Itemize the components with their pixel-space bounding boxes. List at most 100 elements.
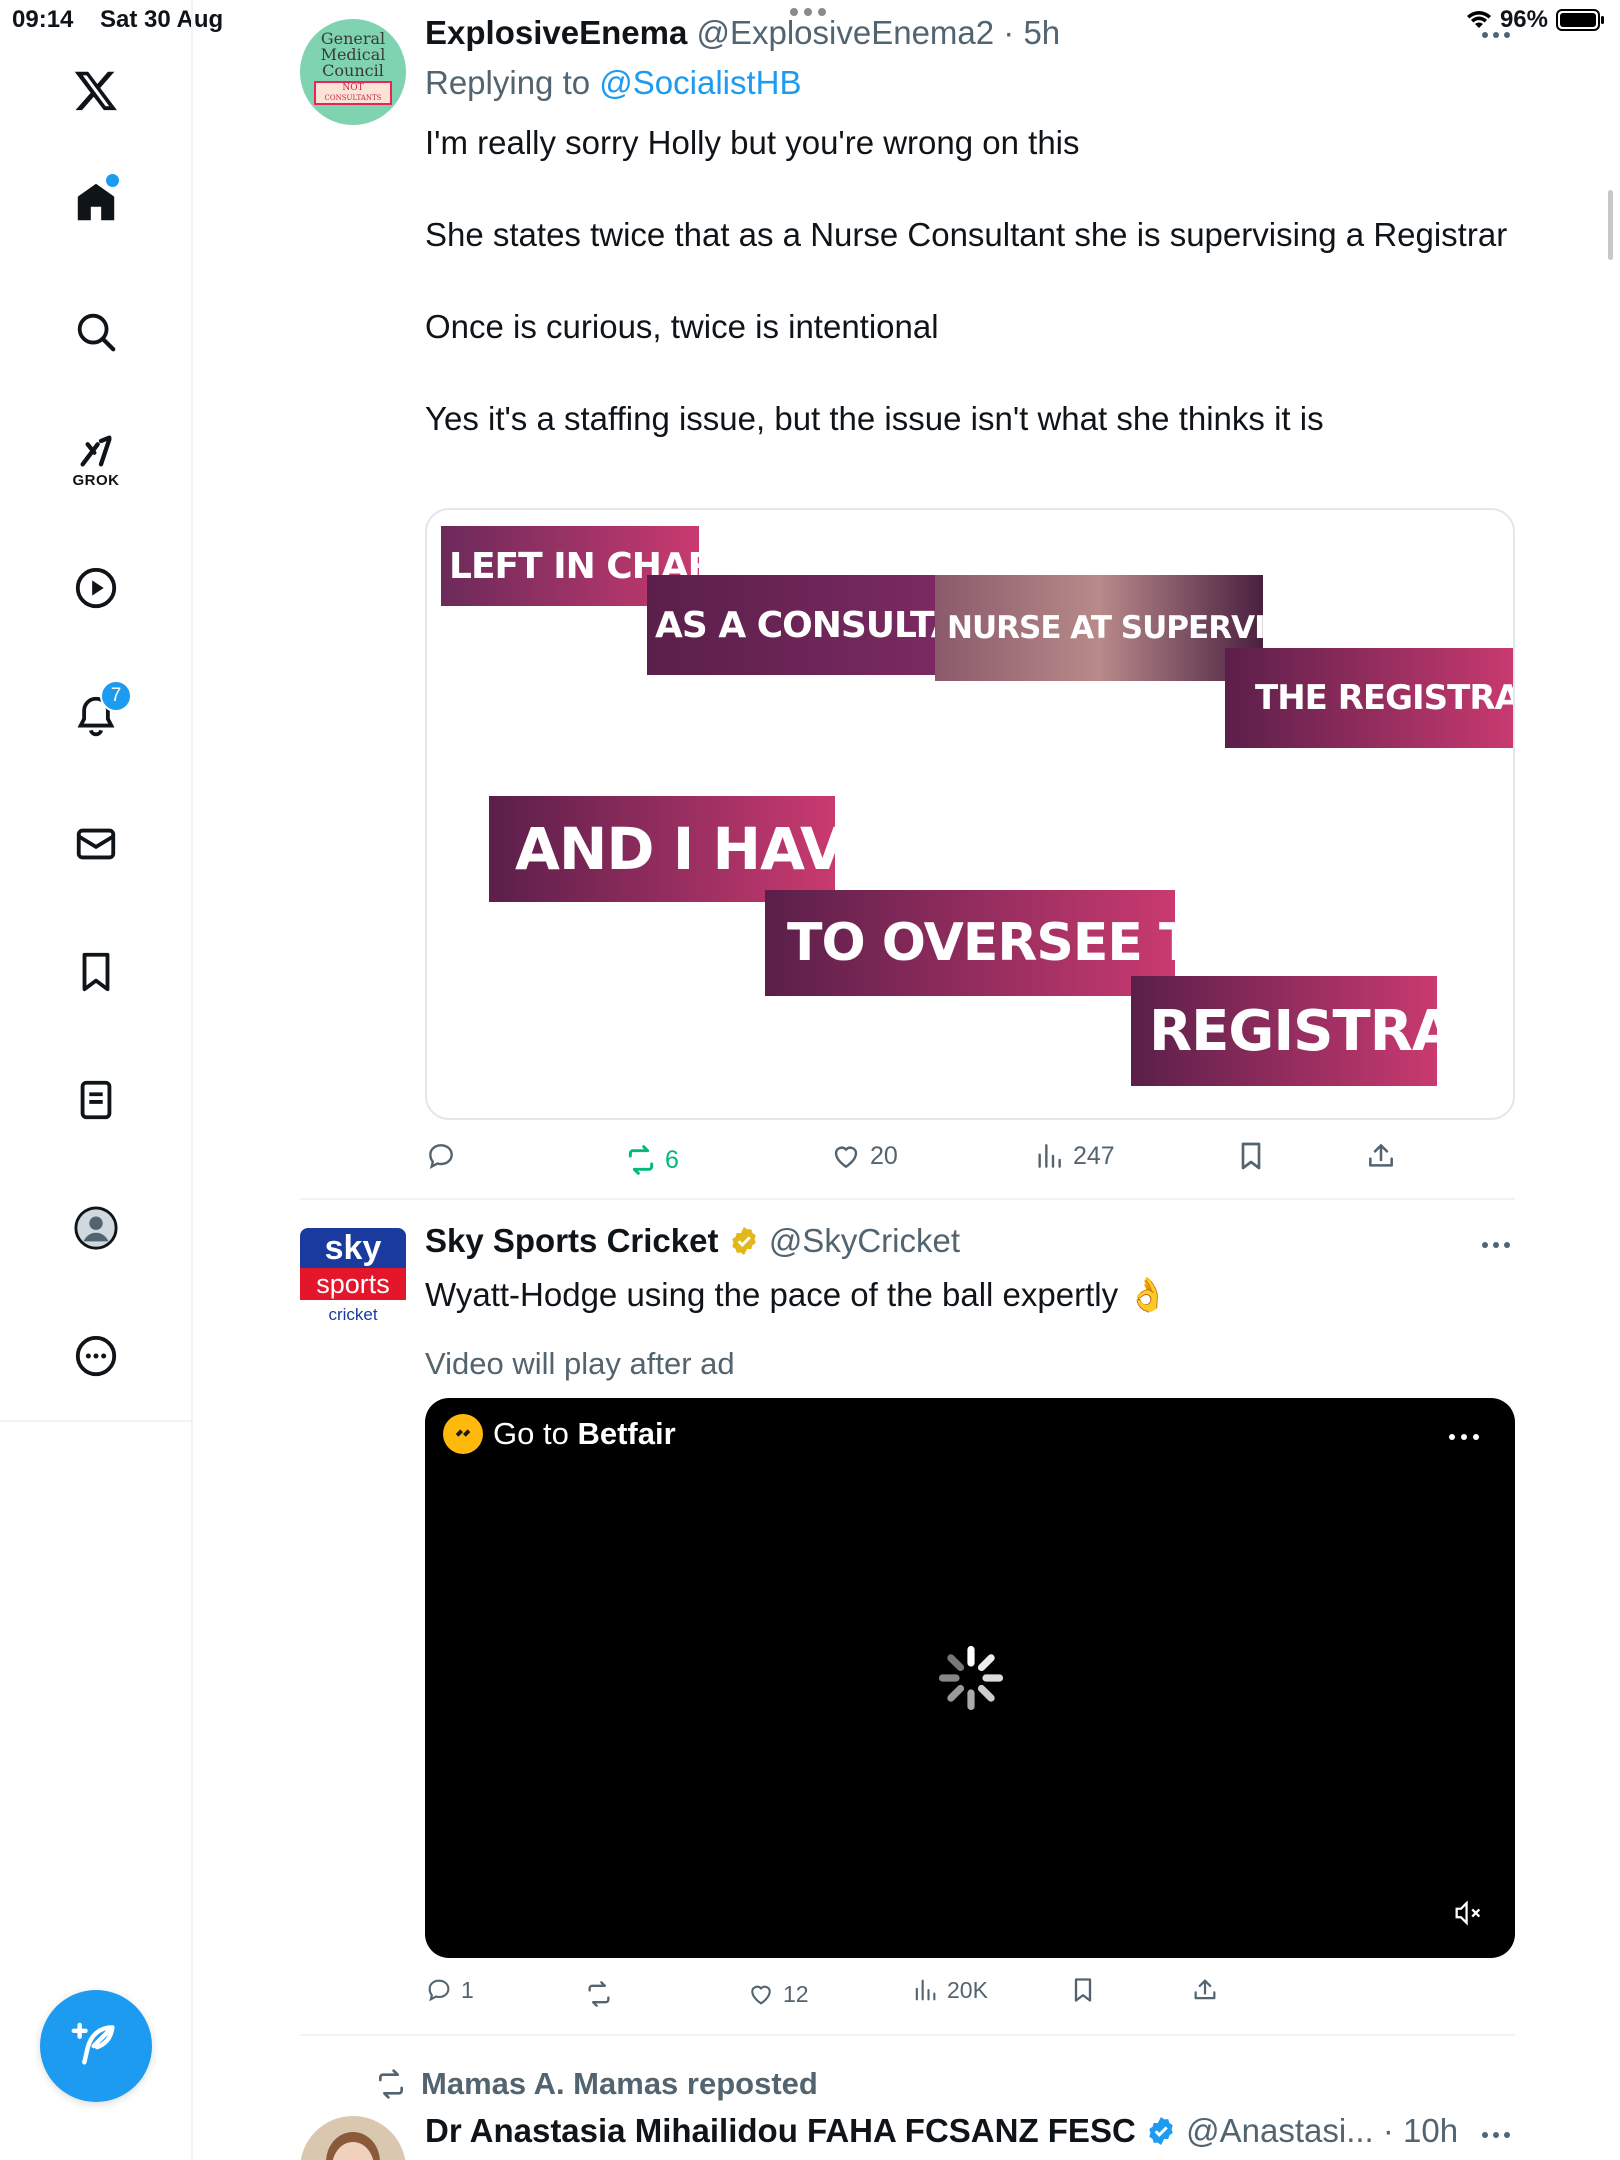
author-name[interactable]: ExplosiveEnema bbox=[425, 14, 687, 51]
tweet-divider bbox=[300, 1198, 1515, 1200]
nav-home[interactable] bbox=[56, 162, 136, 242]
ad-brand-prefix: Go to bbox=[493, 1416, 578, 1451]
caption-text: REGISTRAR bbox=[1149, 998, 1497, 1064]
tweet-text: I'm really sorry Holly but you're wrong … bbox=[425, 124, 1508, 437]
caption-text: AND I HAVE bbox=[515, 815, 884, 883]
sidebar-divider bbox=[0, 1420, 193, 1422]
sidebar: GROK 7 bbox=[0, 0, 193, 2160]
avatar-skysports[interactable]: sky sports cricket bbox=[300, 1228, 406, 1334]
tweet-media-image[interactable]: LEFT IN CHARGE AS A CONSULTANT NURSE AT … bbox=[425, 508, 1515, 1120]
ad-brand-name: Betfair bbox=[577, 1416, 676, 1451]
views-icon bbox=[915, 1979, 936, 2001]
caption-7: REGISTRAR bbox=[1131, 976, 1497, 1086]
compose-button[interactable] bbox=[40, 1990, 152, 2102]
tweet-divider bbox=[300, 2034, 1515, 2036]
bookmark-button[interactable] bbox=[1069, 1976, 1097, 2004]
bookmark-button[interactable] bbox=[1235, 1140, 1267, 1172]
views-icon bbox=[1038, 1144, 1061, 1168]
video-more-button[interactable] bbox=[1449, 1434, 1479, 1440]
author-handle[interactable]: @SkyCricket bbox=[769, 1222, 960, 1259]
repost-icon bbox=[628, 1145, 654, 1175]
nav-profile[interactable] bbox=[56, 1188, 136, 1268]
caption-4: THE REGISTRAR bbox=[1225, 648, 1513, 748]
list-icon bbox=[80, 1080, 112, 1120]
nav-grok[interactable]: GROK bbox=[56, 420, 136, 500]
profile-avatar-icon bbox=[74, 1206, 118, 1250]
reposted-by-label: Mamas A. Mamas reposted bbox=[421, 2066, 818, 2101]
betfair-logo-icon bbox=[443, 1414, 483, 1454]
author-name[interactable]: Dr Anastasia Mihailidou FAHA FCSANZ FESC bbox=[425, 2112, 1136, 2149]
tweet-header: Dr Anastasia Mihailidou FAHA FCSANZ FESC… bbox=[425, 2112, 1458, 2150]
like-button[interactable]: 20 bbox=[830, 1140, 898, 1172]
repost-count: 6 bbox=[665, 1145, 679, 1174]
nav-bookmarks[interactable] bbox=[56, 932, 136, 1012]
reply-count: 1 bbox=[461, 1976, 474, 2003]
nav-notifications[interactable]: 7 bbox=[56, 676, 136, 756]
nav-explore[interactable] bbox=[56, 292, 136, 372]
tweet-more-button[interactable] bbox=[1482, 32, 1510, 38]
mute-icon[interactable] bbox=[1451, 1896, 1485, 1930]
wifi-icon bbox=[1466, 11, 1491, 28]
author-handle[interactable]: @ExplosiveEnema2 bbox=[696, 14, 994, 51]
views-count: 20K bbox=[947, 1976, 988, 2003]
avatar-line: NOT bbox=[342, 83, 364, 93]
bookmark-icon bbox=[1241, 1142, 1261, 1170]
x-logo-icon bbox=[74, 71, 117, 111]
share-button[interactable] bbox=[1191, 1976, 1219, 2004]
tweet-more-button[interactable] bbox=[1482, 1242, 1510, 1248]
repost-icon bbox=[588, 1981, 610, 2007]
avatar-caption: General Medical Council NOT CONSULTANTS bbox=[314, 31, 392, 105]
heart-icon bbox=[834, 1146, 858, 1169]
nav-more[interactable] bbox=[56, 1316, 136, 1396]
reply-icon bbox=[428, 1979, 450, 2002]
home-unread-dot bbox=[106, 174, 119, 187]
replying-to: Replying to @SocialistHB bbox=[425, 64, 802, 102]
notifications-badge: 7 bbox=[100, 680, 132, 712]
avatar-explosiveenema[interactable]: General Medical Council NOT CONSULTANTS bbox=[300, 19, 406, 125]
share-button[interactable] bbox=[1365, 1140, 1397, 1172]
verified-gold-icon bbox=[731, 1227, 756, 1255]
views-button[interactable]: 247 bbox=[1033, 1140, 1115, 1172]
tweet-text: Wyatt-Hodge using the pace of the ball e… bbox=[425, 1276, 1169, 1313]
scroll-indicator bbox=[1608, 190, 1613, 260]
bookmark-icon bbox=[1074, 1978, 1092, 2002]
mail-icon bbox=[76, 828, 116, 860]
like-button[interactable]: 12 bbox=[747, 1980, 809, 2008]
tweet-header: ExplosiveEnema @ExplosiveEnema2 · 5h bbox=[425, 14, 1060, 52]
author-handle[interactable]: @Anastasi... bbox=[1186, 2112, 1374, 2149]
caption-text: TO OVERSEE THE bbox=[787, 913, 1272, 973]
nav-video[interactable] bbox=[56, 548, 136, 628]
search-icon bbox=[77, 313, 116, 352]
feather-plus-icon bbox=[71, 2022, 115, 2065]
tweet-time[interactable]: · 10h bbox=[1383, 2112, 1458, 2149]
reply-button[interactable] bbox=[425, 1140, 465, 1172]
sky-logo-middle: sports bbox=[300, 1268, 406, 1300]
repost-button[interactable]: 6 bbox=[625, 1144, 679, 1176]
caption-3: NURSE AT SUPERVISING bbox=[935, 575, 1347, 681]
reply-button[interactable]: 1 bbox=[425, 1976, 474, 2004]
sky-logo-bottom: cricket bbox=[328, 1305, 378, 1324]
caption-2: AS A CONSULTANT bbox=[647, 575, 1011, 675]
avatar-line: CONSULTANTS bbox=[324, 94, 382, 102]
grok-label: GROK bbox=[72, 472, 120, 489]
reply-icon bbox=[429, 1144, 453, 1170]
avatar-anastasia[interactable] bbox=[300, 2116, 406, 2160]
ad-brand-link[interactable]: Go to Betfair bbox=[443, 1414, 676, 1454]
author-name[interactable]: Sky Sports Cricket bbox=[425, 1222, 718, 1259]
nav-lists[interactable] bbox=[56, 1060, 136, 1140]
tweet-time[interactable]: · 5h bbox=[1003, 14, 1060, 51]
tweet-more-button[interactable] bbox=[1482, 2132, 1510, 2138]
caption-5: AND I HAVE bbox=[489, 796, 884, 902]
reposted-by[interactable]: Mamas A. Mamas reposted bbox=[375, 2066, 818, 2102]
nav-messages[interactable] bbox=[56, 804, 136, 884]
tweet-actions: 6 20 247 bbox=[425, 1140, 1515, 1180]
replying-to-label: Replying to bbox=[425, 64, 600, 101]
video-player[interactable]: Go to Betfair bbox=[425, 1398, 1515, 1958]
battery-icon bbox=[1556, 9, 1604, 31]
x-logo[interactable] bbox=[56, 50, 136, 130]
views-button[interactable]: 20K bbox=[911, 1976, 988, 2004]
share-icon bbox=[1194, 1979, 1216, 2000]
repost-button[interactable] bbox=[585, 1980, 621, 2008]
play-circle-icon bbox=[75, 567, 117, 609]
replying-to-link[interactable]: @SocialistHB bbox=[599, 64, 801, 101]
